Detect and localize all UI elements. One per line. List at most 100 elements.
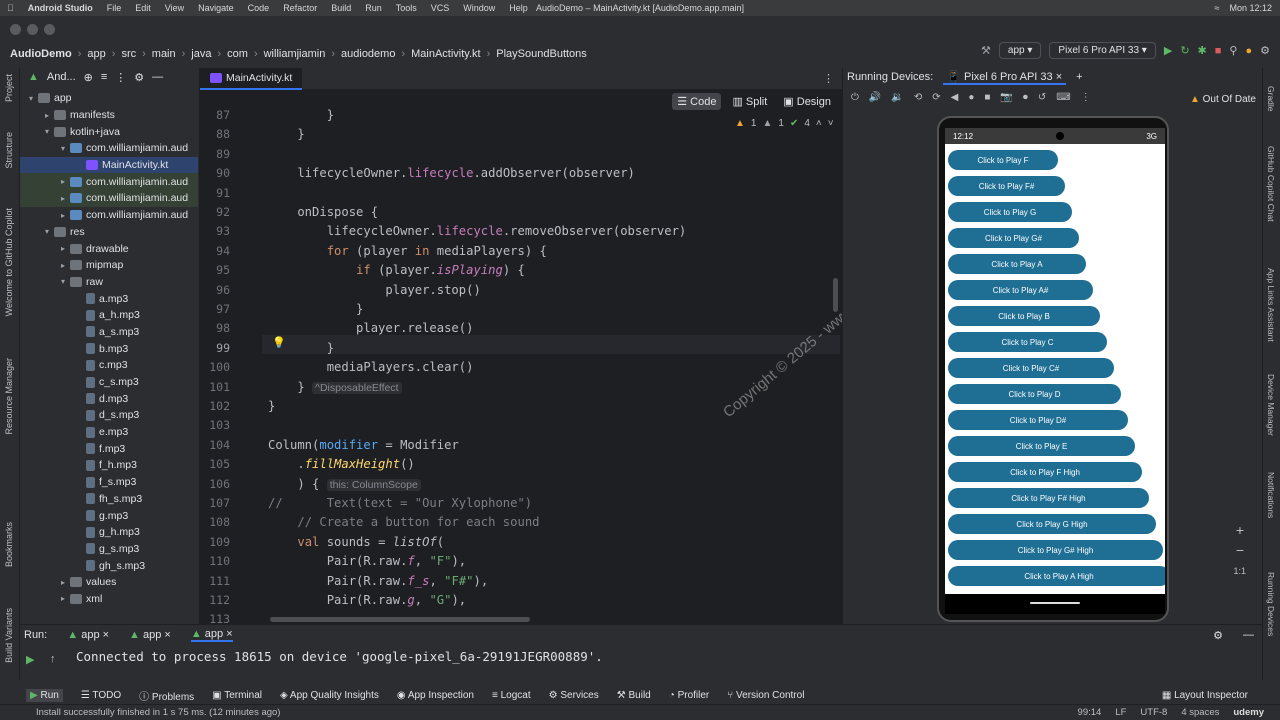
device-manager-button[interactable]: Device Manager [1266, 374, 1276, 436]
crumb-file[interactable]: MainActivity.kt [411, 48, 480, 60]
chevron-down-icon[interactable]: ˅ [828, 118, 834, 129]
code-line[interactable]: } ^DisposableEffect [268, 380, 402, 394]
play-note-button[interactable]: Click to Play B [948, 306, 1100, 326]
chevron-right-icon[interactable]: ▸ [58, 194, 68, 203]
tree-item[interactable]: ▸ com.williamjiamin.aud [20, 190, 198, 207]
play-note-button[interactable]: Click to Play E [948, 436, 1135, 456]
stop-icon[interactable]: ■ [1215, 45, 1222, 57]
chevron-up-icon[interactable]: ˄ [816, 118, 822, 129]
crumb-main[interactable]: main [152, 48, 176, 60]
chevron-right-icon[interactable]: ▸ [58, 594, 68, 603]
code-line[interactable]: // Create a button for each sound [268, 515, 539, 529]
power-icon[interactable]: ⏻ [851, 92, 859, 103]
play-note-button[interactable]: Click to Play F High [948, 462, 1142, 482]
device-tab[interactable]: 📱 Pixel 6 Pro API 33 × [943, 70, 1067, 85]
tree-item[interactable]: d_s.mp3 [20, 407, 198, 424]
status-message[interactable]: Install successfully finished in 1 s 75 … [36, 707, 280, 718]
search-icon[interactable]: ⚲ [1229, 44, 1237, 57]
indent-setting[interactable]: 4 spaces [1181, 707, 1219, 718]
tree-item[interactable]: g_s.mp3 [20, 541, 198, 558]
code-line[interactable]: // Text(text = "Our Xylophone") [268, 496, 532, 510]
run-settings-icon[interactable]: ⚙ [1213, 629, 1223, 642]
code-line[interactable]: } [268, 302, 363, 316]
play-note-button[interactable]: Click to Play G# High [948, 540, 1163, 560]
menu-view[interactable]: View [165, 3, 184, 13]
tree-item[interactable]: c.mp3 [20, 357, 198, 374]
volume-up-icon[interactable]: 🔊 [869, 92, 881, 103]
code-line[interactable]: ) { this: ColumnScope [268, 477, 421, 491]
play-note-button[interactable]: Click to Play F [948, 150, 1058, 170]
crumb-audiodemo[interactable]: audiodemo [341, 48, 395, 60]
device-select[interactable]: Pixel 6 Pro API 33 ▾ [1049, 42, 1156, 59]
inspection-widget[interactable]: ▲ 1 ▲ 1 ✔ 4 ˄ ˅ [735, 118, 834, 129]
tree-item[interactable]: ▸ com.williamjiamin.aud [20, 207, 198, 224]
code-line[interactable]: onDispose { [268, 205, 378, 219]
code-line[interactable]: player.stop() [268, 283, 480, 297]
crumb-src[interactable]: src [121, 48, 136, 60]
chevron-right-icon[interactable]: ▸ [58, 211, 68, 220]
crumb-function[interactable]: PlaySoundButtons [496, 48, 587, 60]
chevron-right-icon[interactable]: ▸ [58, 244, 68, 253]
run-console[interactable]: Connected to process 18615 on device 'go… [76, 649, 603, 664]
zoom-in-icon[interactable]: + [1236, 522, 1244, 538]
minimize-window-icon[interactable] [27, 24, 38, 35]
crumb-williamjiamin[interactable]: williamjiamin [264, 48, 326, 60]
copilot-welcome-button[interactable]: Welcome to GitHub Copilot [4, 208, 14, 316]
tree-item[interactable]: f_s.mp3 [20, 474, 198, 491]
chevron-down-icon[interactable]: ▾ [58, 277, 68, 286]
tree-item[interactable]: ▾ kotlin+java [20, 123, 198, 140]
tool-services[interactable]: ⚙ Services [549, 690, 599, 701]
updates-icon[interactable]: ● [1245, 45, 1252, 57]
tool-todo[interactable]: ☰ TODO [81, 690, 121, 701]
tree-item[interactable]: e.mp3 [20, 424, 198, 441]
play-note-button[interactable]: Click to Play C# [948, 358, 1114, 378]
tree-item[interactable]: gh_s.mp3 [20, 557, 198, 574]
code-line[interactable]: } [268, 108, 334, 122]
close-window-icon[interactable] [10, 24, 21, 35]
clock[interactable]: Mon 12:12 [1229, 3, 1272, 13]
tool-version-control[interactable]: ⑂ Version Control [727, 690, 804, 701]
copilot-chat-button[interactable]: GitHub Copilot Chat [1266, 146, 1276, 222]
tab-mainactivity[interactable]: MainActivity.kt [200, 67, 303, 90]
tree-item[interactable]: fh_s.mp3 [20, 491, 198, 508]
apple-icon[interactable]:  [7, 3, 14, 13]
menu-navigate[interactable]: Navigate [198, 3, 234, 13]
run-icon[interactable]: ▶ [1164, 44, 1172, 57]
run-config-select[interactable]: app ▾ [998, 42, 1042, 59]
code-line[interactable]: if (player.isPlaying) { [268, 263, 525, 277]
chevron-down-icon[interactable]: ▾ [26, 94, 36, 103]
add-device-icon[interactable]: + [1076, 71, 1082, 83]
caret-position[interactable]: 99:14 [1078, 707, 1102, 718]
debug-icon[interactable]: ✱ [1198, 44, 1207, 57]
settings-icon[interactable]: ⚙ [1260, 44, 1270, 57]
tree-item[interactable]: a_s.mp3 [20, 324, 198, 341]
menu-code[interactable]: Code [248, 3, 270, 13]
hammer-icon[interactable]: ⚒ [981, 44, 991, 57]
keyboard-icon[interactable]: ⌨ [1056, 92, 1070, 103]
project-view-select[interactable]: And... [47, 71, 76, 83]
code-view-button[interactable]: ☰ Code [672, 93, 722, 110]
tree-item[interactable]: ▾ res [20, 224, 198, 241]
code-line[interactable]: val sounds = listOf( [268, 535, 444, 549]
design-view-button[interactable]: ▣ Design [778, 93, 836, 110]
run-tab-3[interactable]: ▲ app × [190, 628, 233, 642]
tree-item[interactable]: ▸ xml [20, 591, 198, 608]
gradle-tool-button[interactable]: Gradle [1266, 86, 1276, 112]
record-icon[interactable]: ⏺ [1023, 92, 1028, 103]
split-view-button[interactable]: ▥ Split [727, 93, 772, 110]
code-line[interactable]: } [268, 399, 275, 413]
tree-item[interactable]: ▾ com.williamjiamin.aud [20, 140, 198, 157]
code-line[interactable]: Pair(R.raw.g, "G"), [268, 593, 466, 607]
code-line[interactable]: } [268, 127, 304, 141]
phone-nav-bar[interactable] [945, 594, 1165, 614]
resource-manager-button[interactable]: Resource Manager [4, 358, 14, 435]
bookmarks-button[interactable]: Bookmarks [4, 522, 14, 567]
screenshot-icon[interactable]: 📷 [1000, 92, 1012, 103]
play-note-button[interactable]: Click to Play C [948, 332, 1107, 352]
tree-item[interactable]: f.mp3 [20, 440, 198, 457]
run-tab-2[interactable]: ▲ app × [129, 629, 171, 641]
play-note-button[interactable]: Click to Play G [948, 202, 1072, 222]
tree-item[interactable]: g.mp3 [20, 507, 198, 524]
project-tool-button[interactable]: Project [4, 74, 14, 102]
rotate-right-icon[interactable]: ⟳ [932, 92, 940, 103]
